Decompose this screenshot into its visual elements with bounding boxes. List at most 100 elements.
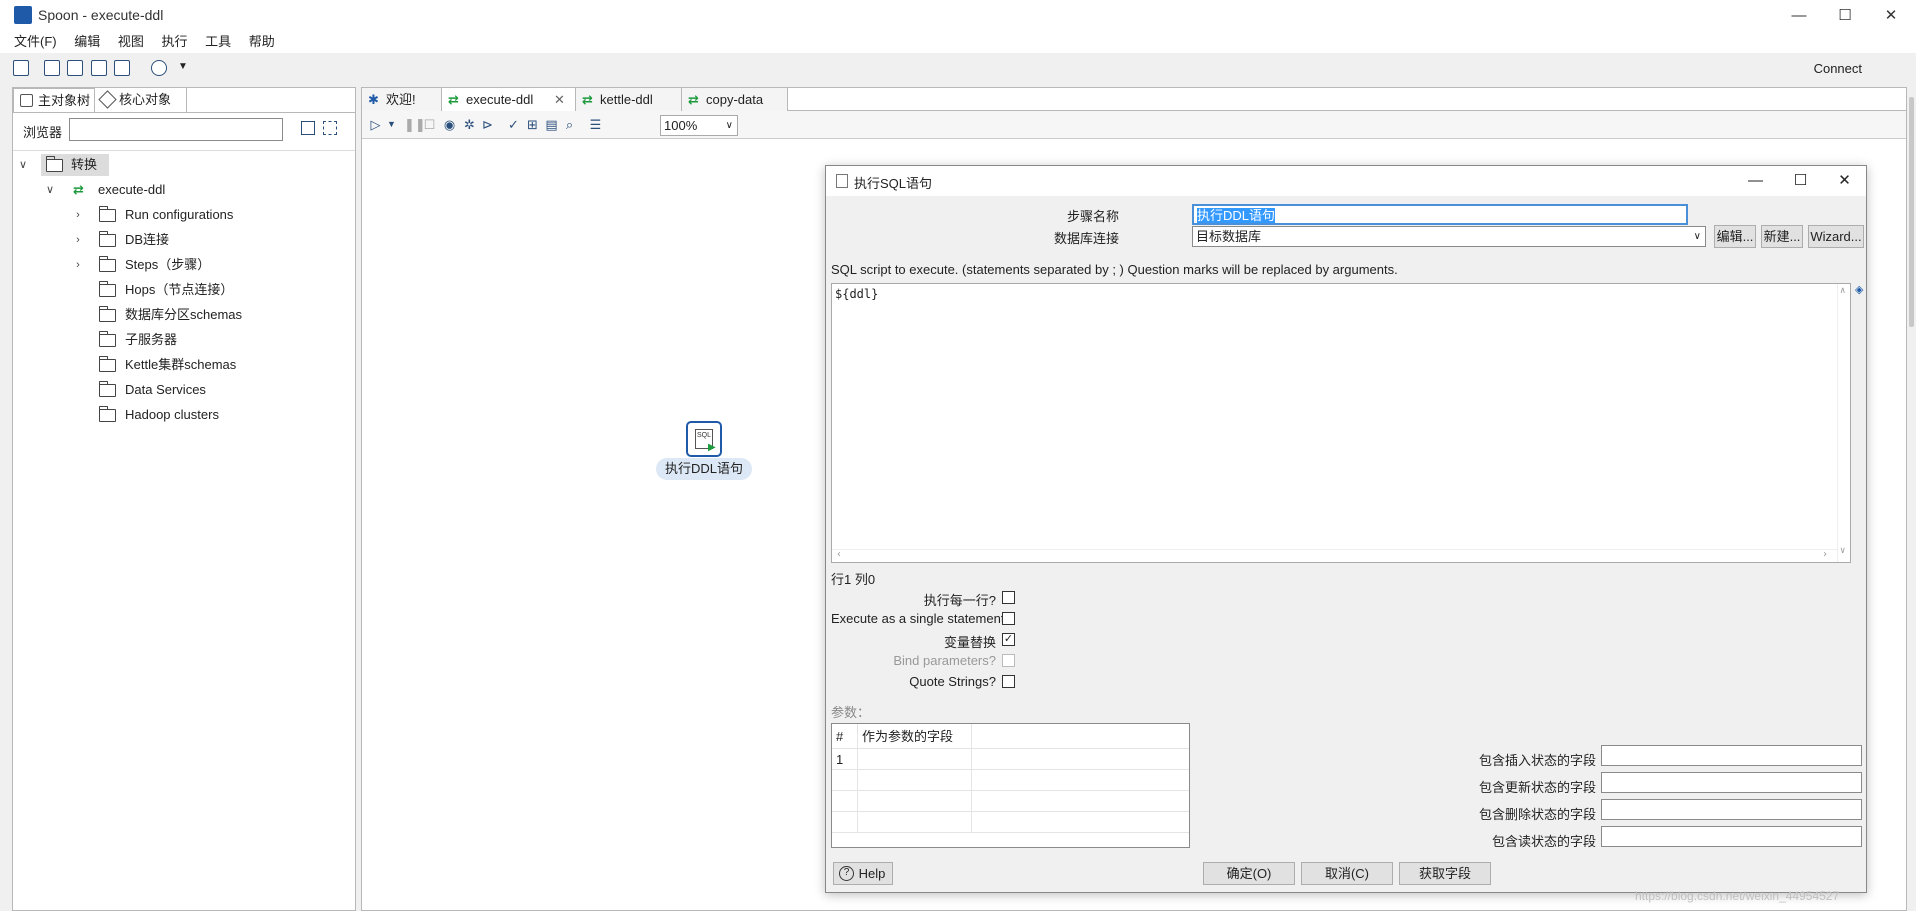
explore-db-icon[interactable]: ⌕	[562, 117, 577, 132]
tree-item-slave-servers[interactable]: 子服务器	[13, 328, 355, 352]
impact-icon[interactable]: ⊞	[525, 117, 540, 132]
replay-icon[interactable]: ⊳	[480, 117, 495, 132]
ok-button[interactable]: 确定(O)	[1203, 862, 1295, 885]
tree-item-hadoop-clusters[interactable]: Hadoop clusters	[13, 403, 355, 427]
tree-item-execute-ddl[interactable]: ∨ ⇄ execute-ddl	[13, 178, 355, 202]
tree-item-db-connections[interactable]: › DB连接	[13, 228, 355, 252]
table-row	[832, 812, 1189, 833]
tab-copy-data[interactable]: ⇄ copy-data	[682, 88, 788, 111]
menu-help[interactable]: 帮助	[242, 31, 282, 53]
column-header-field[interactable]: 作为参数的字段	[858, 724, 972, 749]
cancel-button[interactable]: 取消(C)	[1301, 862, 1393, 885]
scroll-right-icon[interactable]: ›	[1822, 549, 1828, 560]
parameters-table[interactable]: # 作为参数的字段 1	[831, 723, 1190, 848]
dialog-maximize-button[interactable]: ☐	[1778, 166, 1823, 196]
tree-item-cluster-schemas[interactable]: Kettle集群schemas	[13, 353, 355, 377]
chevron-down-icon[interactable]: ∨	[726, 116, 733, 135]
dialog-close-button[interactable]: ✕	[1822, 166, 1867, 196]
new-connection-button[interactable]: 新建...	[1761, 225, 1803, 248]
save-icon[interactable]	[91, 60, 107, 76]
scroll-down-icon[interactable]: ∨	[1840, 546, 1845, 556]
close-tab-icon[interactable]: ✕	[554, 88, 565, 111]
read-status-input[interactable]	[1601, 826, 1862, 847]
tab-execute-ddl[interactable]: ⇄ execute-ddl ✕	[442, 88, 576, 111]
stop-icon[interactable]: ☐	[422, 117, 437, 132]
tab-core-objects[interactable]: 核心对象	[95, 88, 187, 112]
explore-repository-icon[interactable]	[67, 60, 83, 76]
insert-status-input[interactable]	[1601, 745, 1862, 766]
scroll-left-icon[interactable]: ‹	[836, 549, 842, 560]
step-name-input[interactable]: 执行DDL语句	[1192, 204, 1688, 225]
preview-icon[interactable]: ◉	[442, 117, 457, 132]
collapse-all-icon[interactable]	[323, 121, 337, 135]
run-icon[interactable]: ▷	[368, 117, 383, 132]
step-label[interactable]: 执行DDL语句	[656, 458, 752, 480]
zoom-select[interactable]: 100% ∨	[660, 115, 738, 136]
debug-icon[interactable]: ✲	[462, 117, 477, 132]
step-sql-icon[interactable]: SQL ▶	[686, 421, 722, 457]
help-button[interactable]: ? Help	[833, 862, 893, 885]
tab-kettle-ddl[interactable]: ⇄ kettle-ddl	[576, 88, 682, 111]
quote-strings-checkbox[interactable]	[1002, 675, 1015, 688]
chevron-right-icon[interactable]: ›	[70, 253, 86, 277]
menu-view[interactable]: 视图	[111, 31, 151, 53]
connect-button[interactable]: Connect	[1814, 61, 1862, 76]
show-results-icon[interactable]: ☰	[588, 117, 603, 132]
menu-tools[interactable]: 工具	[198, 31, 238, 53]
layers-dropdown-icon[interactable]: ▼	[178, 61, 188, 72]
maximize-button[interactable]: ☐	[1822, 0, 1868, 31]
chevron-down-icon[interactable]: ∨	[42, 178, 58, 202]
variable-diamond-icon: ◈	[1855, 284, 1864, 296]
close-button[interactable]: ✕	[1868, 0, 1914, 31]
menu-edit[interactable]: 编辑	[67, 31, 107, 53]
layers-icon[interactable]	[151, 60, 167, 76]
tree-item-transformations[interactable]: ∨ 转换	[13, 153, 355, 177]
variable-substitution-checkbox[interactable]: ✓	[1002, 633, 1015, 646]
scrollbar-thumb[interactable]	[1909, 97, 1914, 327]
chevron-right-icon[interactable]: ›	[70, 228, 86, 252]
wizard-button[interactable]: Wizard...	[1808, 225, 1864, 248]
tab-welcome[interactable]: ✱ 欢迎!	[362, 88, 442, 111]
get-fields-button[interactable]: 获取字段	[1399, 862, 1491, 885]
vertical-scrollbar[interactable]: ∧ ∨	[1837, 284, 1850, 562]
chevron-down-icon[interactable]: ∨	[15, 153, 31, 177]
tree-item-data-services[interactable]: Data Services	[13, 378, 355, 402]
table-row[interactable]: 1	[832, 749, 1189, 770]
minimize-button[interactable]: —	[1776, 0, 1822, 31]
update-status-label: 包含更新状态的字段	[1478, 780, 1596, 795]
single-statement-checkbox[interactable]	[1002, 612, 1015, 625]
edit-connection-button[interactable]: 编辑...	[1714, 225, 1756, 248]
browser-search-input[interactable]	[69, 118, 283, 141]
new-file-icon[interactable]	[13, 60, 29, 76]
scroll-up-icon[interactable]: ∧	[1840, 286, 1845, 296]
dialog-title-bar: 执行SQL语句 — ☐ ✕	[826, 166, 1866, 196]
param-field-cell[interactable]	[858, 749, 972, 770]
delete-status-input[interactable]	[1601, 799, 1862, 820]
chevron-right-icon[interactable]: ›	[70, 203, 86, 227]
canvas-scrollbar[interactable]	[1907, 87, 1916, 911]
pause-icon[interactable]: ❚❚	[404, 117, 426, 132]
run-dropdown-icon[interactable]: ▼	[384, 117, 399, 132]
column-header-number[interactable]: #	[832, 724, 858, 749]
tab-main-object-tree[interactable]: 主对象树	[13, 88, 95, 112]
save-as-icon[interactable]	[114, 60, 130, 76]
tree-item-steps[interactable]: › Steps（步骤）	[13, 253, 355, 277]
verify-icon[interactable]: ✓	[506, 117, 521, 132]
menu-file[interactable]: 文件(F)	[7, 31, 64, 53]
open-file-icon[interactable]	[44, 60, 60, 76]
tab-label: execute-ddl	[466, 92, 534, 107]
dialog-minimize-button[interactable]: —	[1733, 166, 1778, 196]
expand-all-icon[interactable]	[301, 121, 315, 135]
sql-icon[interactable]: ▤	[544, 117, 559, 132]
execute-each-row-checkbox[interactable]	[1002, 591, 1015, 604]
sql-script-editor[interactable]: ${ddl} ∧ ∨ ‹ ›	[831, 283, 1851, 563]
tree-item-hops[interactable]: Hops（节点连接）	[13, 278, 355, 302]
tree-item-run-configurations[interactable]: › Run configurations	[13, 203, 355, 227]
update-status-input[interactable]	[1601, 772, 1862, 793]
db-connection-select[interactable]: 目标数据库 ∨	[1192, 226, 1706, 247]
menu-run[interactable]: 执行	[155, 31, 195, 53]
sql-script-icon	[836, 174, 848, 188]
horizontal-scrollbar[interactable]: ‹ ›	[832, 549, 1837, 562]
tree-item-partition-schemas[interactable]: 数据库分区schemas	[13, 303, 355, 327]
chevron-down-icon[interactable]: ∨	[1694, 227, 1701, 246]
